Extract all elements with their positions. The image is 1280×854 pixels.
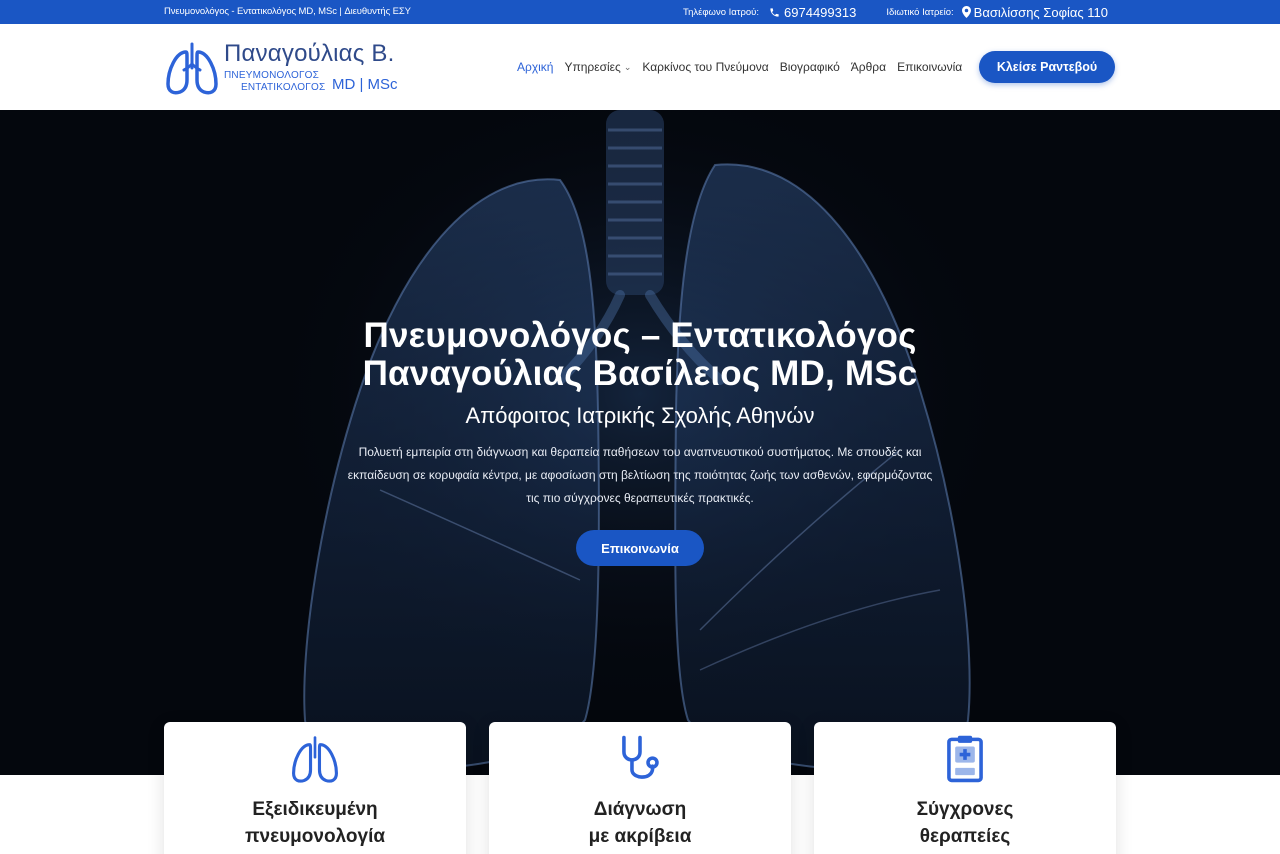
feature-title-line-1: Διάγνωση [593,799,687,820]
feature-card-therapies[interactable]: Σύγχρονες θεραπείες [814,722,1116,854]
phone-label: Τηλέφωνο Ιατρού: [682,6,760,18]
hero-subtitle: Απόφοιτος Ιατρικής Σχολής Αθηνών [465,403,815,428]
phone-icon [770,7,779,17]
hero-title-line-2: Παναγούλιας Βασίλειος MD, MSc [362,354,918,393]
phone-number: 6974499313 [784,4,857,20]
site-header: Παναγούλιας Β. ΠΝΕΥΜΟΝΟΛΟΓΟΣ ΕΝΤΑΤΙΚΟΛΟΓ… [0,24,1280,110]
address-link[interactable]: Βασιλίσσης Σοφίας 110 [961,4,1108,20]
main-nav: Αρχική Υπηρεσίες ⌄ Καρκίνος του Πνεύμονα … [517,24,973,110]
chevron-down-icon: ⌄ [623,61,632,72]
map-pin-icon [961,6,971,18]
nav-item-contact[interactable]: Επικοινωνία [897,60,962,74]
nav-item-home[interactable]: Αρχική [517,60,553,74]
feature-card-title: Εξειδικευμένη πνευμονολογία [164,796,466,850]
feature-title-line-2: με ακρίβεια [588,826,692,847]
feature-card-diagnosis[interactable]: Διάγνωση με ακρίβεια [489,722,791,854]
feature-title-line-2: πνευμονολογία [244,826,386,847]
nav-item-label: Υπηρεσίες [564,60,621,74]
nav-item-services[interactable]: Υπηρεσίες ⌄ [564,60,631,74]
hero-title: Πνευμονολόγος – Εντατικολόγος Παναγούλια… [0,317,1280,393]
nav-item-label: Άρθρα [850,60,887,74]
lungs-icon [292,736,338,783]
nav-item-bio[interactable]: Βιογραφικό [780,60,840,74]
book-appointment-button[interactable]: Κλείσε Ραντεβού [979,51,1115,83]
logo-degrees: MD | MSc [332,76,398,93]
nav-item-label: Αρχική [517,60,554,74]
feature-card-title: Σύγχρονες θεραπείες [814,796,1116,850]
stethoscope-icon [622,735,659,779]
nav-item-lung-cancer[interactable]: Καρκίνος του Πνεύμονα [642,60,768,74]
nav-item-articles[interactable]: Άρθρα [851,60,886,74]
feature-card-title: Διάγνωση με ακρίβεια [489,796,791,850]
phone-link[interactable]: 6974499313 [769,5,856,20]
logo-name: Παναγούλιας Β. [224,40,395,67]
feature-title-line-1: Σύγχρονες [916,799,1014,820]
nav-item-label: Επικοινωνία [897,60,963,74]
logo[interactable]: Παναγούλιας Β. ΠΝΕΥΜΟΝΟΛΟΓΟΣ ΕΝΤΑΤΙΚΟΛΟΓ… [164,38,404,98]
nav-item-label: Καρκίνος του Πνεύμονα [642,60,769,74]
top-bar-tagline: Πνευμονολόγος - Εντατικολόγος MD, MSc | … [164,6,411,17]
hero-contact-button[interactable]: Επικοινωνία [576,530,704,566]
logo-specialty-2: ΕΝΤΑΤΙΚΟΛΟΓΟΣ [241,82,326,93]
hero-section: Πνευμονολόγος – Εντατικολόγος Παναγούλια… [0,110,1280,775]
address-label: Ιδιωτικό Ιατρείο: [886,6,954,18]
logo-specialty-1: ΠΝΕΥΜΟΝΟΛΟΓΟΣ [224,70,320,81]
top-bar: Πνευμονολόγος - Εντατικολόγος MD, MSc | … [0,0,1280,24]
logo-lungs-icon [166,42,218,95]
feature-title-line-2: θεραπείες [919,826,1011,847]
clipboard-medical-icon [947,735,983,783]
feature-card-pulmonology[interactable]: Εξειδικευμένη πνευμονολογία [164,722,466,854]
nav-item-label: Βιογραφικό [779,60,840,74]
address-text: Βασιλίσσης Σοφίας 110 [973,4,1108,20]
top-bar-contact: Τηλέφωνο Ιατρού: 6974499313 Ιδιωτικό Ιατ… [683,0,1108,24]
hero-title-line-1: Πνευμονολόγος – Εντατικολόγος [363,316,917,355]
feature-title-line-1: Εξειδικευμένη [252,799,378,820]
hero-description: Πολυετή εμπειρία στη διάγνωση και θεραπε… [347,445,933,505]
